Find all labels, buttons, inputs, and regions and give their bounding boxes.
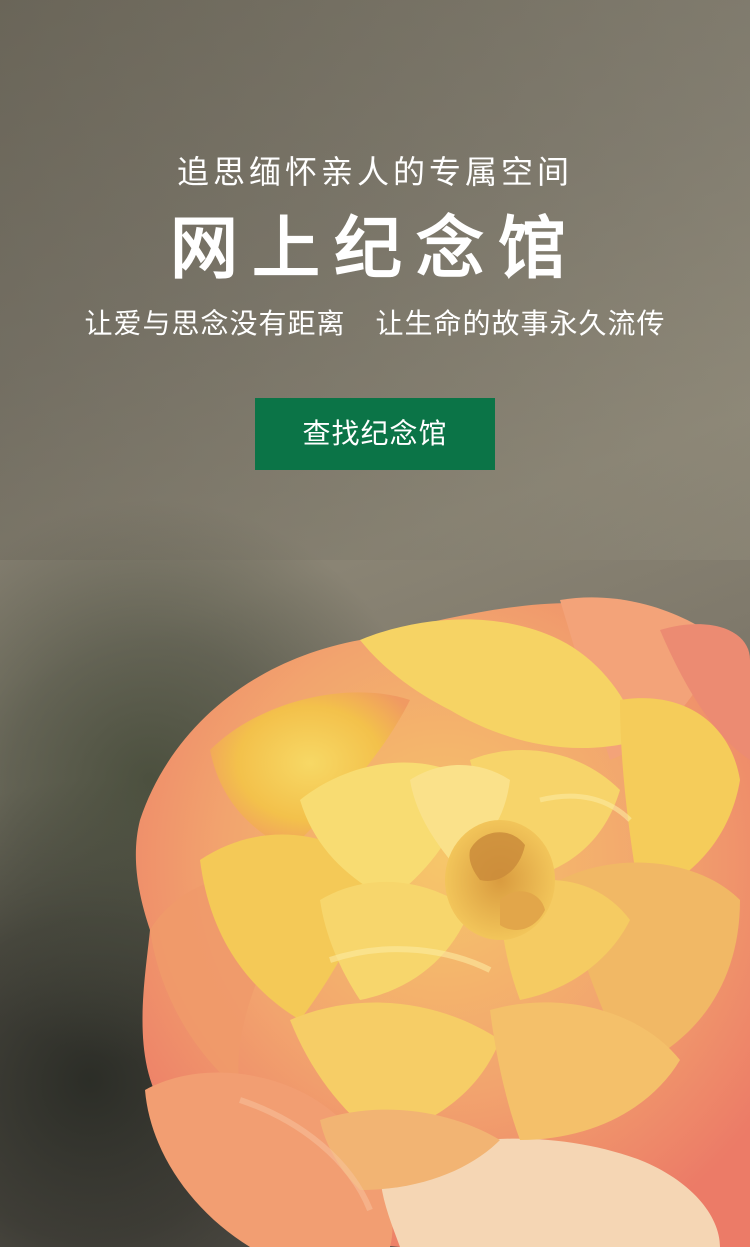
slogan-right: 让生命的故事永久流传 <box>375 307 666 340</box>
memorial-landing-page: 追思缅怀亲人的专属空间 网上纪念馆 让爱与思念没有距离 让生命的故事永久流传 查找… <box>0 0 750 1247</box>
slogan-left: 让爱与思念没有距离 <box>84 307 346 340</box>
hero-subtitle: 追思缅怀亲人的专属空间 <box>176 153 573 191</box>
page-title: 网上纪念馆 <box>169 210 580 289</box>
hero-slogan: 让爱与思念没有距离 让生命的故事永久流传 <box>0 302 750 346</box>
find-memorial-button[interactable]: 查找纪念馆 <box>255 398 495 470</box>
